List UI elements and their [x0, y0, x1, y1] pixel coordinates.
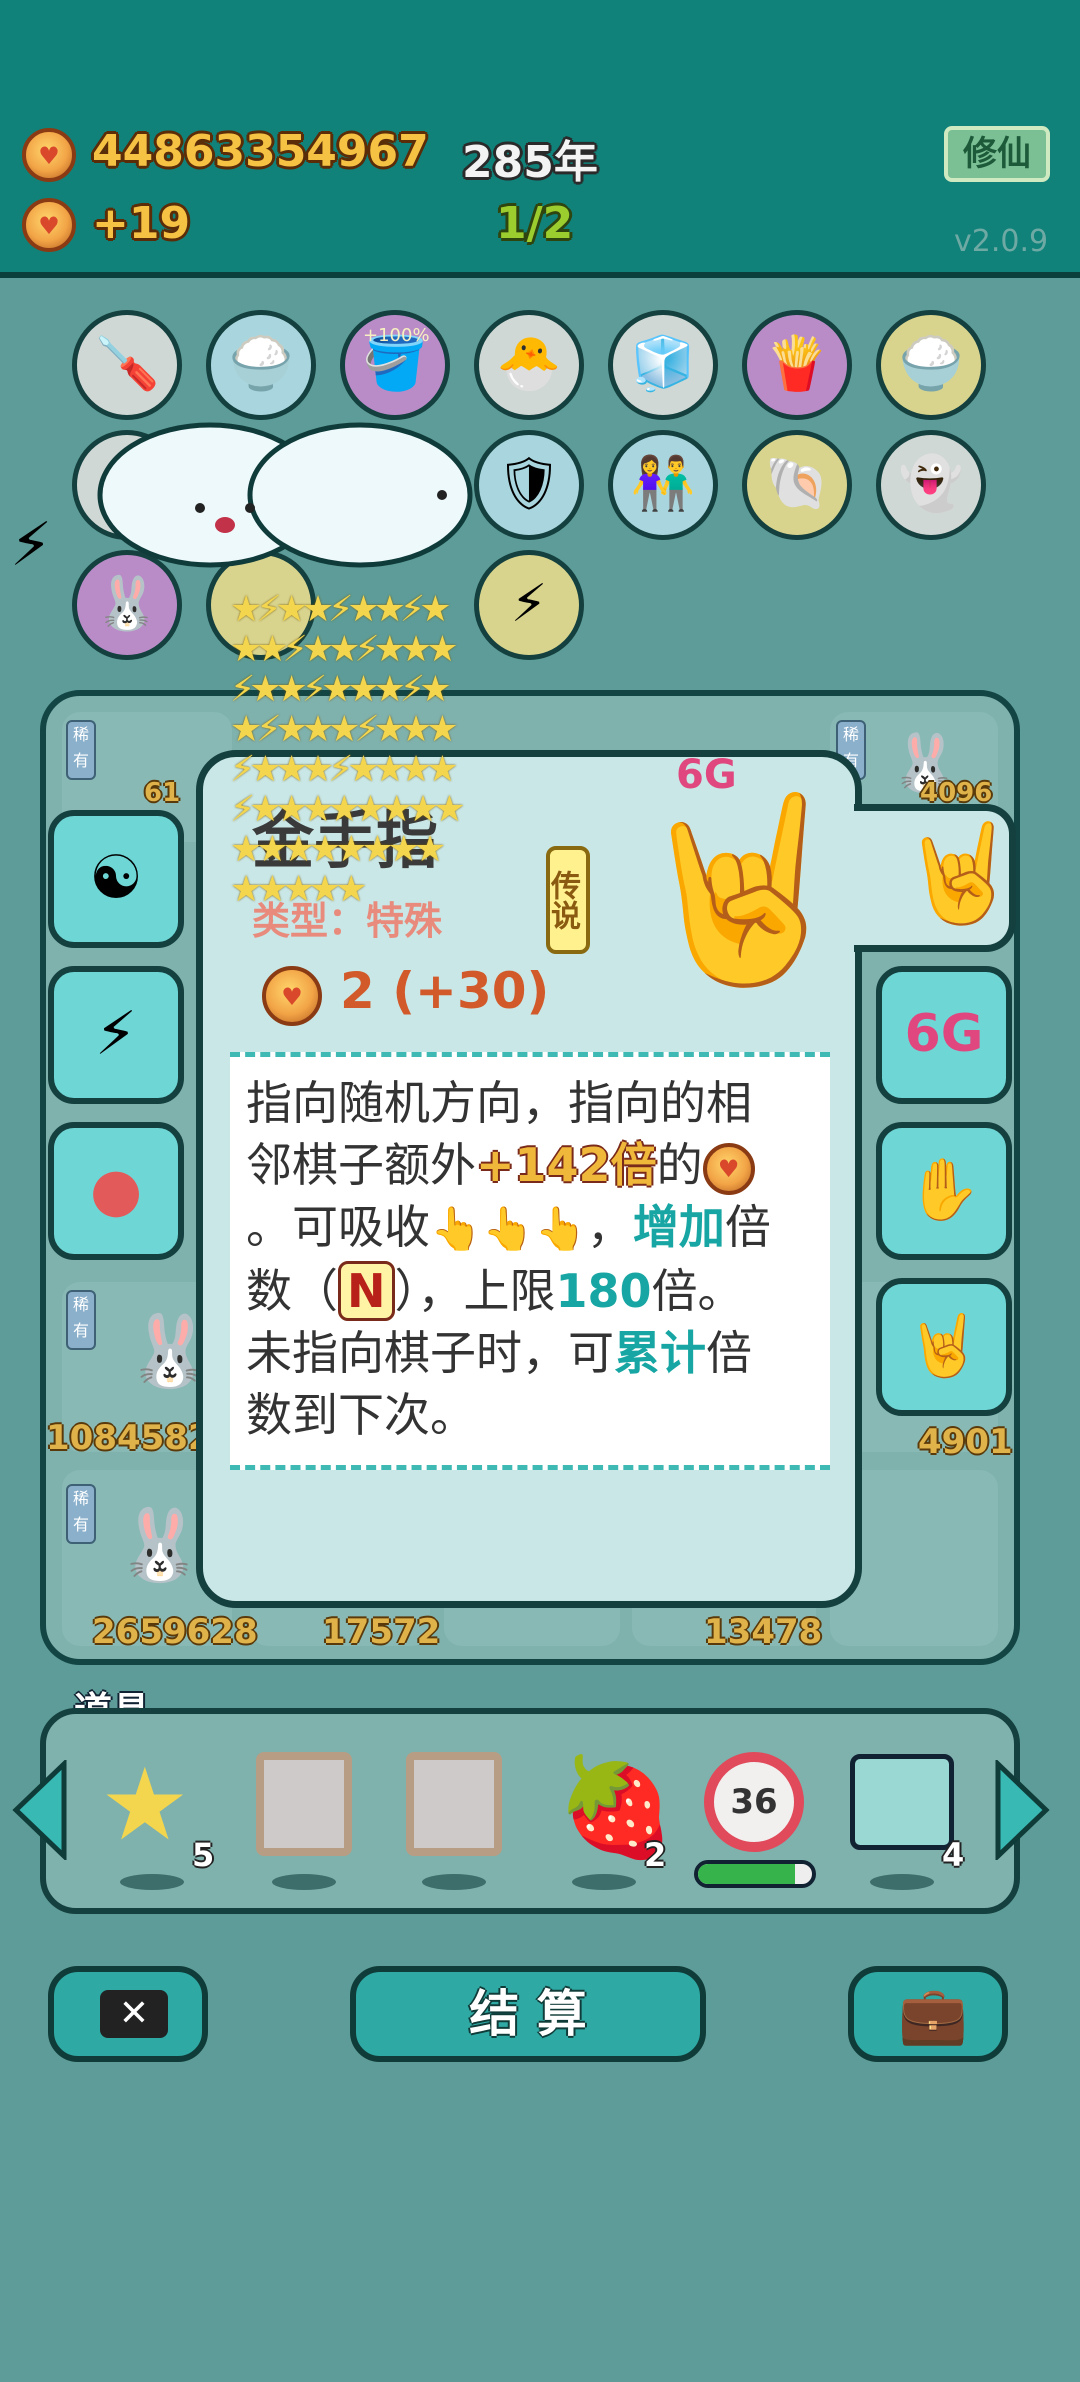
lightning-burst-effect: ★⚡★★⚡★★⚡★★★⚡★★⚡★★★⚡★★⚡★★★⚡★★⚡★★★⚡★★★⚡★★★…: [230, 589, 465, 910]
bag-button[interactable]: 💼: [848, 1966, 1008, 2062]
item-shadow: [870, 1874, 934, 1890]
empty-slot[interactable]: [256, 1752, 352, 1856]
ghost-icon[interactable]: 👻: [876, 430, 986, 540]
coin-icon: ♥: [22, 198, 76, 252]
arrow-left-icon[interactable]: [10, 1760, 70, 1860]
desc-highlight: 累计: [614, 1326, 706, 1380]
golden-hand-icon: 🤘: [900, 817, 1020, 929]
coin-total: 44863354967: [92, 126, 429, 177]
yin-yang-button[interactable]: ☯: [48, 810, 184, 948]
shell-icon[interactable]: 🐚: [742, 430, 852, 540]
coin-icon: ♥: [702, 1142, 755, 1195]
cubes-icon[interactable]: 🧊: [608, 310, 718, 420]
timer-progress-bar: [694, 1860, 816, 1888]
briefcase-icon: 💼: [898, 1983, 968, 2048]
6g-icon: 6G: [904, 1004, 984, 1064]
cell-value: 4901: [918, 1422, 1013, 1462]
white-hand-icon: ✋: [906, 1155, 982, 1225]
cell-value: 17572: [322, 1612, 441, 1652]
lightning-button[interactable]: ⚡: [48, 966, 184, 1104]
liver-button[interactable]: ●: [48, 1122, 184, 1260]
frames-item-icon[interactable]: [850, 1754, 954, 1850]
desc-highlight: 增加: [632, 1200, 725, 1254]
bucket-bonus: +100%: [363, 325, 430, 346]
frames-count: 4: [942, 1836, 965, 1874]
golden-hand-icon: 🤘: [630, 785, 855, 994]
desc-line: 倍: [724, 1200, 771, 1254]
liver-icon: ●: [89, 1155, 143, 1225]
desc-line: ，: [586, 1200, 633, 1254]
empty-slot[interactable]: [406, 1752, 502, 1856]
lightning-icon[interactable]: ⚡: [474, 550, 584, 660]
desc-line: 倍。: [651, 1264, 744, 1318]
coin-icon: ♥: [22, 128, 76, 182]
desc-line: 倍: [706, 1326, 752, 1380]
rice-bowl-icon[interactable]: 🍚: [876, 310, 986, 420]
rabbit-icon: 🐰: [116, 1504, 204, 1586]
cell-value: 2659628: [92, 1612, 258, 1652]
desc-multiplier: +142倍: [476, 1138, 657, 1192]
item-shadow: [120, 1874, 184, 1890]
timer-item[interactable]: 36: [704, 1752, 804, 1852]
star-item-icon[interactable]: ★: [100, 1750, 190, 1860]
lightning-icon: ⚡: [94, 999, 138, 1069]
lightning-icon: ⚡: [10, 510, 53, 580]
close-icon: ✕: [100, 1990, 168, 2038]
desc-line: 数（: [246, 1264, 338, 1318]
top-bar: ♥ 44863354967 285年 ♥ +19 1/2 修仙 v2.0.9: [0, 0, 1080, 278]
item-shadow: [272, 1874, 336, 1890]
desc-line: 数到下次。: [246, 1388, 476, 1442]
cell-value: 1084582: [46, 1418, 212, 1458]
desc-limit: 180: [555, 1264, 652, 1318]
couple-icon[interactable]: 👫: [608, 430, 718, 540]
star-count: 5: [192, 1836, 215, 1874]
item-shadow: [422, 1874, 486, 1890]
version-label: v2.0.9: [954, 224, 1049, 259]
yin-yang-icon: ☯: [89, 843, 143, 913]
cell-value: 13478: [704, 1612, 823, 1652]
income-rate: +19: [92, 198, 191, 249]
cell-value: 61: [144, 778, 181, 808]
brown-hand-icon: 🤘: [906, 1311, 982, 1381]
desc-line: 未指向棋子时，可: [246, 1326, 614, 1380]
chick-icon[interactable]: 🐣: [474, 310, 584, 420]
cultivate-button[interactable]: 修仙: [944, 126, 1050, 182]
strawberry-count: 2: [644, 1836, 667, 1874]
round-progress: 1/2: [496, 198, 574, 249]
settle-button[interactable]: 结 算: [350, 1966, 706, 2062]
arrow-right-icon[interactable]: [992, 1760, 1052, 1860]
year-counter: 285年: [462, 137, 598, 188]
exit-button[interactable]: ✕: [48, 1966, 208, 2062]
desc-n: N: [338, 1261, 395, 1321]
fries-icon[interactable]: 🍟: [742, 310, 852, 420]
legendary-badge: 传说: [545, 846, 590, 954]
rare-tag: 稀有: [66, 1290, 96, 1350]
brown-hand-button[interactable]: 🤘: [876, 1278, 1012, 1416]
shield-wrench-icon[interactable]: 🛡: [474, 430, 584, 540]
rare-tag: 稀有: [66, 1484, 96, 1544]
item-shadow: [572, 1874, 636, 1890]
cloud-icon: [97, 422, 473, 568]
desc-line: 的: [656, 1138, 703, 1192]
white-hand-button[interactable]: ✋: [876, 1122, 1012, 1260]
rare-tag: 稀有: [66, 720, 96, 780]
desc-line: ），上限: [394, 1264, 556, 1318]
6g-button[interactable]: 6G: [876, 966, 1012, 1104]
